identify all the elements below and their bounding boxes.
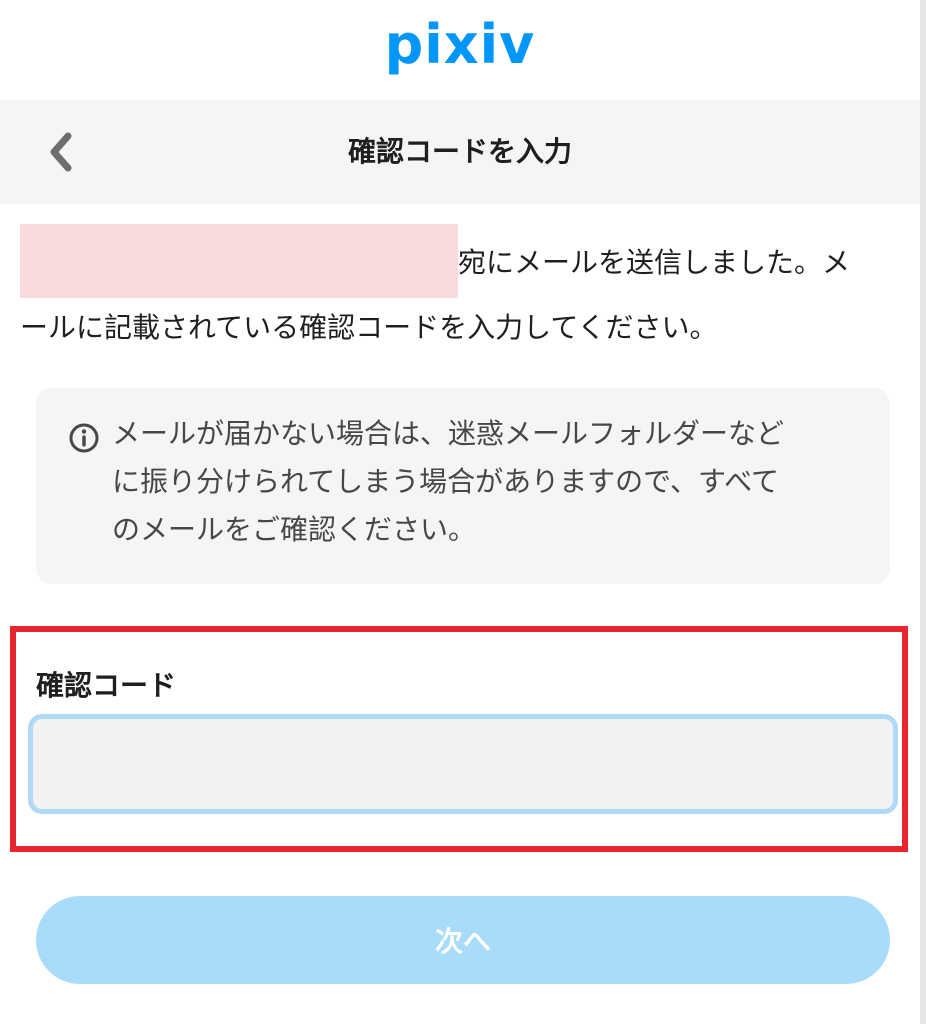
pixiv-logo[interactable]: pixiv bbox=[385, 18, 536, 72]
notice-box: メールが届かない場合は、迷惑メールフォルダーなど に振り分けられてしまう場合があ… bbox=[36, 388, 890, 584]
notice-text: メールが届かない場合は、迷惑メールフォルダーなど に振り分けられてしまう場合があ… bbox=[112, 410, 872, 554]
info-icon bbox=[69, 423, 99, 453]
notice-line-2: に振り分けられてしまう場合がありますので、すべて bbox=[112, 465, 779, 498]
page-title: 確認コードを入力 bbox=[347, 135, 572, 168]
next-button[interactable]: 次へ bbox=[36, 896, 890, 984]
code-field-label: 確認コード bbox=[36, 669, 177, 702]
masked-email-address bbox=[20, 224, 458, 298]
intro-text-1: 宛にメールを送信しました。メ bbox=[458, 246, 851, 279]
intro-line-2: ールに記載されている確認コードを入力してください。 bbox=[20, 311, 718, 344]
intro-line-1: 宛にメールを送信しました。メ bbox=[20, 224, 890, 298]
intro-message: 宛にメールを送信しました。メ ールに記載されている確認コードを入力してください。 bbox=[20, 224, 890, 358]
header: pixiv bbox=[0, 0, 920, 100]
notice-line-1: メールが届かない場合は、迷惑メールフォルダーなど bbox=[112, 417, 785, 450]
window-edge bbox=[920, 0, 926, 1024]
verification-code-input[interactable] bbox=[28, 714, 898, 814]
notice-line-3: のメールをご確認ください。 bbox=[112, 513, 477, 546]
navigation-bar: 確認コードを入力 bbox=[0, 100, 920, 204]
